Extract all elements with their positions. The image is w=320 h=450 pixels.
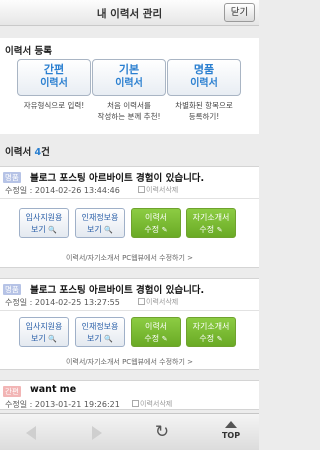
refresh-button[interactable]: ↻ (150, 414, 174, 450)
button-label: 간편 (43, 63, 65, 76)
view-talent-info-button[interactable]: 인재정보용 보기 🔍 (75, 317, 125, 347)
premium-resume-button[interactable]: 명품 이력서 (167, 59, 241, 96)
pc-web-edit-link[interactable]: 이력서/자기소개서 PC웹뷰에서 수정하기 > (0, 357, 259, 367)
pencil-icon: ✎ (216, 335, 223, 343)
edit-cover-letter-button[interactable]: 자기소개서 수정 ✎ (186, 317, 236, 347)
divider (0, 310, 259, 311)
left-arrow-icon (26, 426, 36, 440)
top-label: TOP (221, 431, 241, 440)
search-icon: 🔍 (48, 335, 57, 343)
button-sublabel: 이력서 (115, 78, 143, 89)
forward-button[interactable] (88, 414, 108, 450)
button-label: 명품 (193, 63, 215, 76)
modified-date: 수정일 : 2013-01-21 19:26:21 (5, 400, 120, 409)
pencil-icon: ✎ (216, 226, 223, 234)
close-button[interactable]: 닫기 (224, 3, 255, 22)
modified-date: 수정일 : 2014-02-25 13:27:55 (5, 298, 120, 307)
basic-resume-desc: 처음 이력서를 작성하는 분께 추천! (97, 101, 161, 121)
pencil-icon: ✎ (161, 226, 168, 234)
view-talent-info-button[interactable]: 인재정보용 보기 🔍 (75, 208, 125, 238)
divider (0, 198, 259, 199)
button-sublabel: 이력서 (40, 78, 68, 89)
view-application-button[interactable]: 입사지원용 보기 🔍 (19, 208, 69, 238)
back-button[interactable] (22, 414, 42, 450)
button-sublabel: 이력서 (190, 78, 218, 89)
delete-resume-button[interactable]: 이력서삭제 (138, 297, 178, 307)
resume-card: 명품 블로그 포스팅 아르바이트 경험이 있습니다. 수정일 : 2014-02… (0, 278, 259, 370)
page-title: 내 이력서 관리 (96, 8, 163, 20)
right-arrow-icon (92, 426, 102, 440)
pc-web-edit-link[interactable]: 이력서/자기소개서 PC웹뷰에서 수정하기 > (0, 253, 259, 263)
trash-icon (132, 400, 139, 407)
pencil-icon: ✎ (161, 335, 168, 343)
view-application-button[interactable]: 입사지원용 보기 🔍 (19, 317, 69, 347)
resume-title[interactable]: 블로그 포스팅 아르바이트 경험이 있습니다. (30, 170, 204, 184)
modified-date: 수정일 : 2014-02-26 13:44:46 (5, 186, 120, 195)
resume-count: 이력서 4건 (5, 147, 50, 158)
resume-card: 간편 want me 수정일 : 2013-01-21 19:26:21 이력서… (0, 380, 259, 410)
simple-resume-button[interactable]: 간편 이력서 (17, 59, 91, 96)
resume-title[interactable]: 블로그 포스팅 아르바이트 경험이 있습니다. (30, 282, 204, 296)
register-section: 이력서 등록 간편 이력서 자유형식으로 입력! 기본 이력서 처음 이력서를 … (0, 38, 259, 134)
up-arrow-icon (225, 421, 237, 428)
search-icon: 🔍 (48, 226, 57, 234)
resume-title[interactable]: want me (30, 384, 76, 395)
resume-type-badge: 명품 (3, 172, 21, 183)
top-button[interactable]: TOP (216, 414, 246, 450)
trash-icon (138, 186, 145, 193)
search-icon: 🔍 (104, 226, 113, 234)
simple-resume-desc: 자유형식으로 입력! (23, 101, 85, 110)
top-bar: 내 이력서 관리 닫기 (0, 0, 259, 26)
edit-resume-button[interactable]: 이력서 수정 ✎ (131, 317, 181, 347)
edit-resume-button[interactable]: 이력서 수정 ✎ (131, 208, 181, 238)
delete-resume-button[interactable]: 이력서삭제 (138, 185, 178, 195)
register-title: 이력서 등록 (5, 46, 53, 57)
refresh-icon: ↻ (154, 422, 170, 442)
button-label: 기본 (118, 63, 140, 76)
edit-cover-letter-button[interactable]: 자기소개서 수정 ✎ (186, 208, 236, 238)
delete-resume-button[interactable]: 이력서삭제 (132, 399, 172, 409)
premium-resume-desc: 차별화된 항목으로 등록하기! (175, 101, 233, 121)
bottom-nav-bar: ↻ TOP (0, 413, 259, 450)
resume-type-badge: 명품 (3, 284, 21, 295)
basic-resume-button[interactable]: 기본 이력서 (92, 59, 166, 96)
resume-type-badge: 간편 (3, 386, 21, 397)
search-icon: 🔍 (104, 335, 113, 343)
resume-card: 명품 블로그 포스팅 아르바이트 경험이 있습니다. 수정일 : 2014-02… (0, 166, 259, 268)
trash-icon (138, 298, 145, 305)
